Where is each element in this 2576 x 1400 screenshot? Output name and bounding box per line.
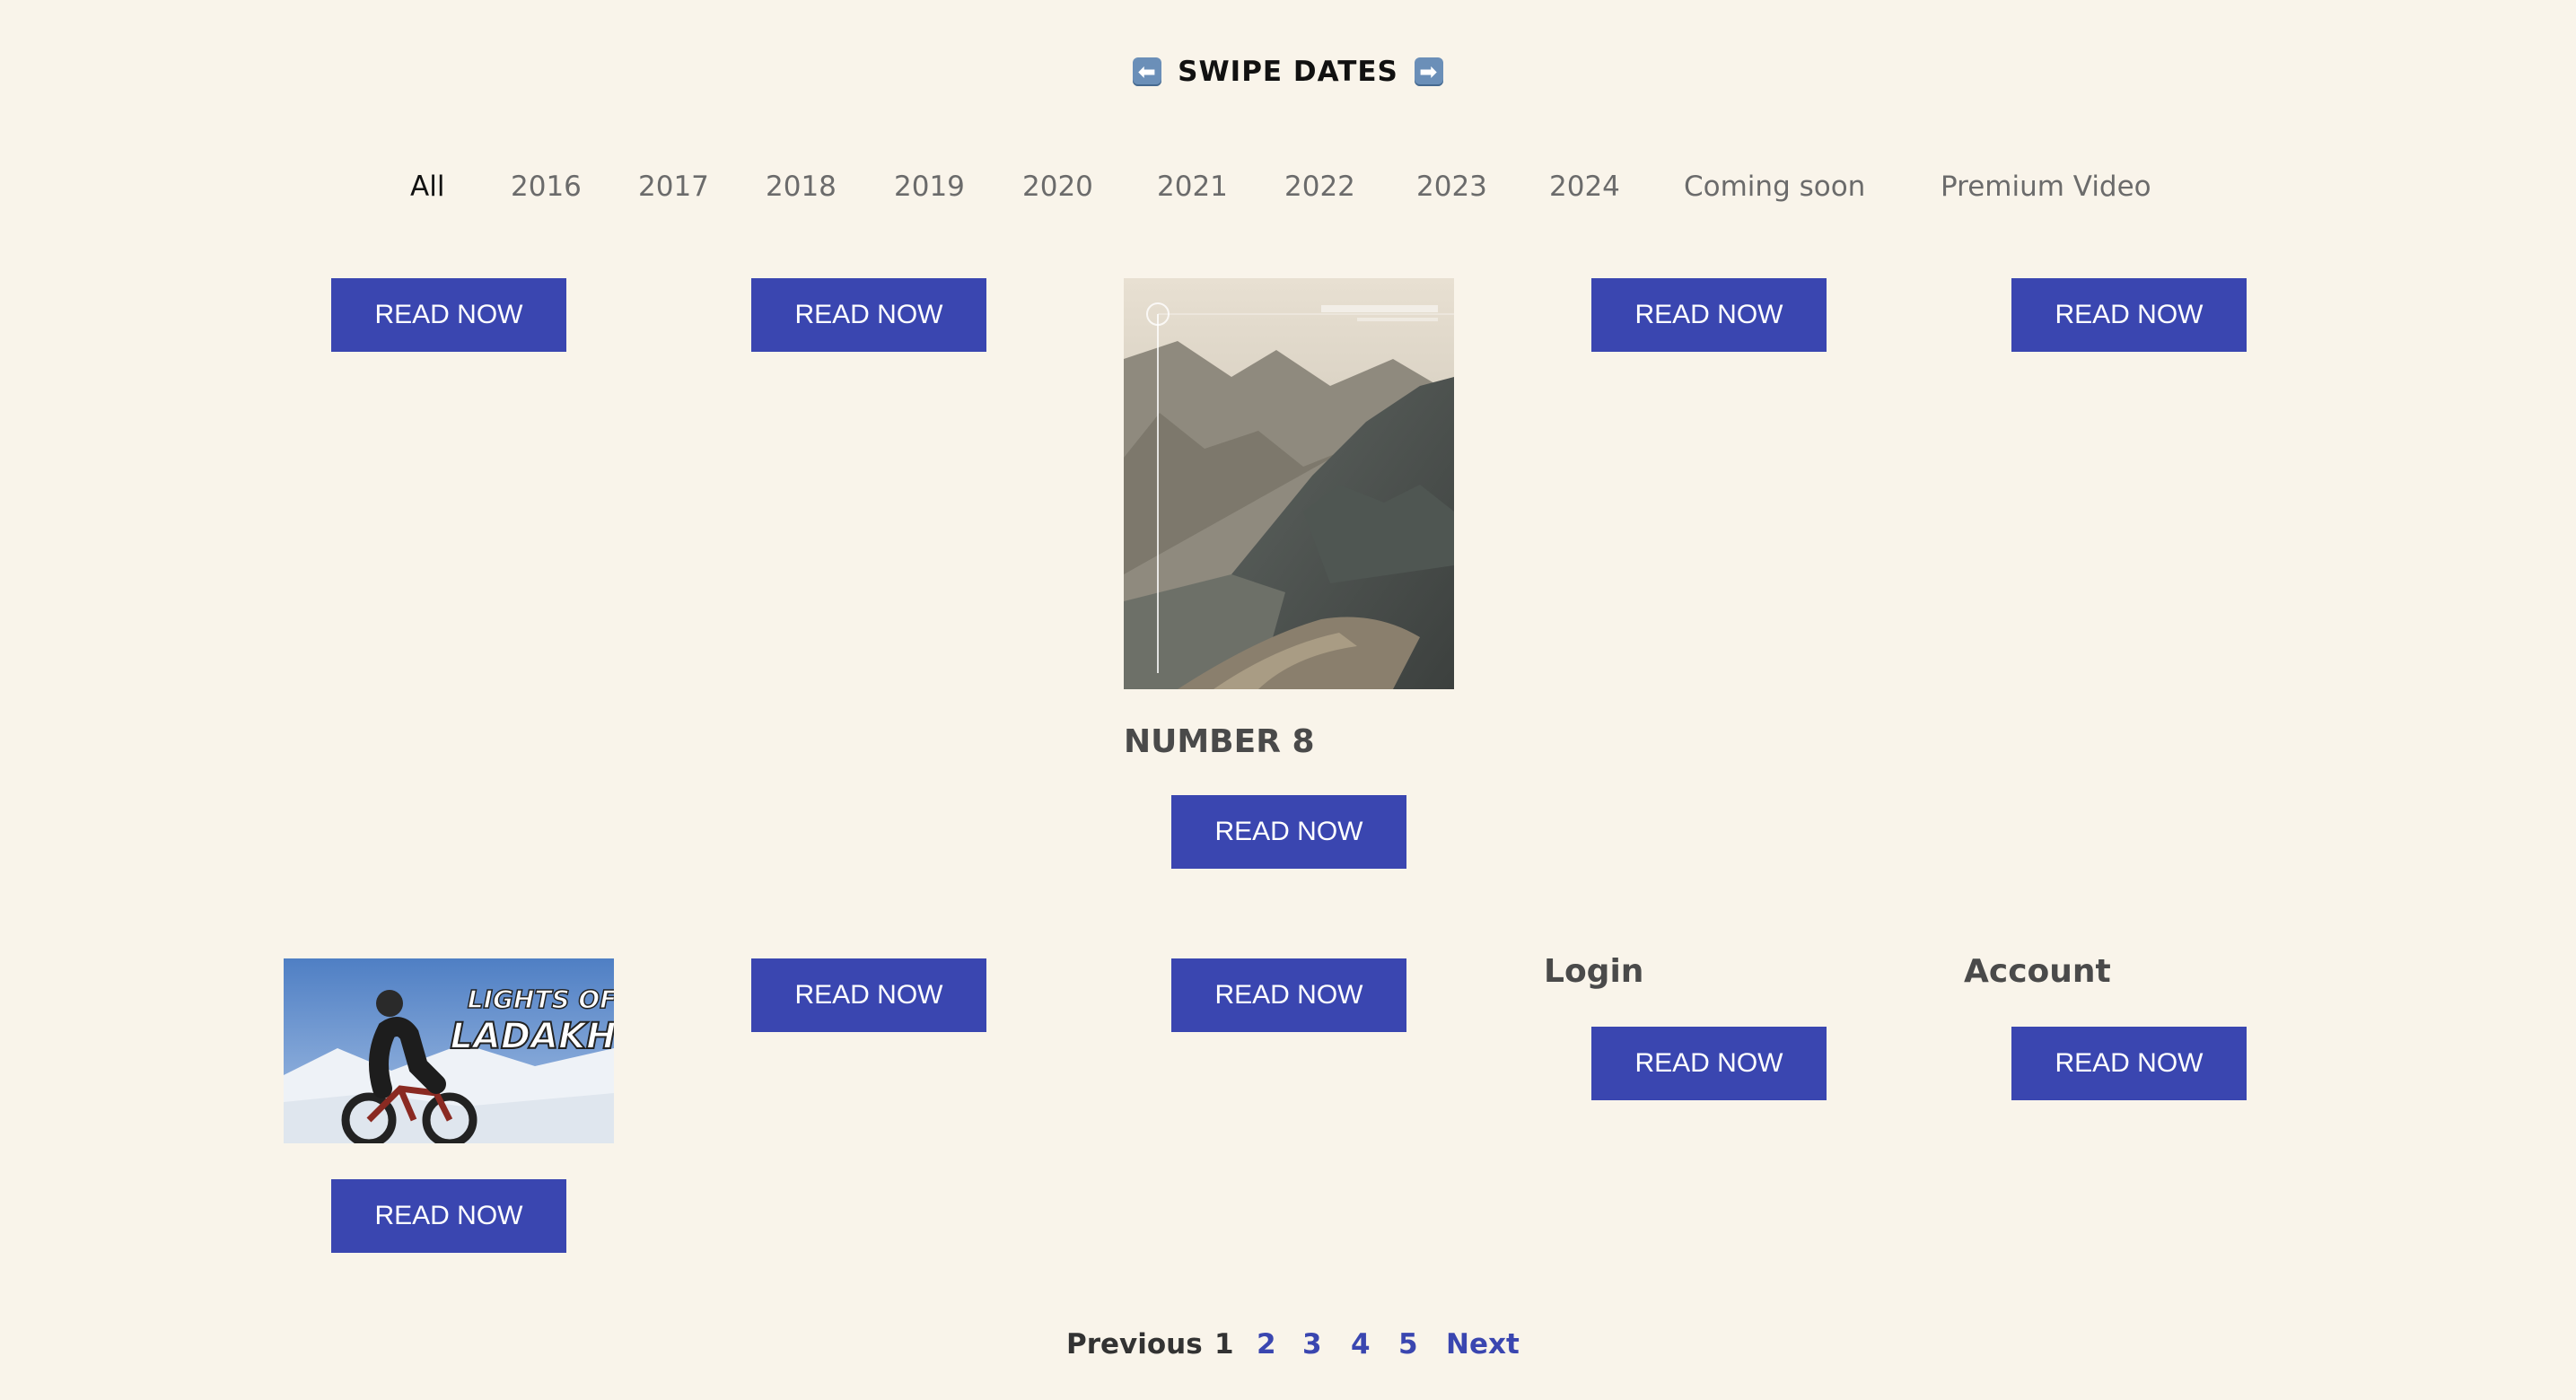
- pagination-page[interactable]: 4: [1351, 1328, 1371, 1361]
- pagination-page-current: 1: [1214, 1328, 1234, 1361]
- pagination: Previous 1 2 3 4 5 Next: [0, 1328, 2576, 1364]
- read-now-button[interactable]: READ NOW: [331, 278, 566, 352]
- swipe-dates-title: SWIPE DATES: [1178, 56, 1398, 88]
- filter-2019[interactable]: 2019: [894, 171, 965, 203]
- filter-all[interactable]: All: [410, 171, 444, 203]
- filter-2020[interactable]: 2020: [1022, 171, 1093, 203]
- pagination-page[interactable]: 5: [1398, 1328, 1418, 1361]
- read-now-button[interactable]: READ NOW: [1171, 958, 1406, 1032]
- number-8-thumbnail[interactable]: [1124, 278, 1454, 689]
- swipe-dates-header: ⬅ SWIPE DATES ➡: [0, 56, 2576, 88]
- read-now-button[interactable]: READ NOW: [2011, 278, 2247, 352]
- filter-2017[interactable]: 2017: [638, 171, 709, 203]
- read-now-button[interactable]: READ NOW: [751, 958, 986, 1032]
- lights-of-ladakh-thumbnail[interactable]: LIGHTS OF LADAKH: [284, 958, 614, 1143]
- filter-2016[interactable]: 2016: [511, 171, 582, 203]
- read-now-button[interactable]: READ NOW: [1171, 795, 1406, 869]
- filter-2018[interactable]: 2018: [766, 171, 837, 203]
- pagination-previous[interactable]: Previous: [1066, 1328, 1203, 1361]
- pagination-next[interactable]: Next: [1446, 1328, 1520, 1361]
- filter-2022[interactable]: 2022: [1284, 171, 1355, 203]
- filter-premium-video[interactable]: Premium Video: [1941, 171, 2151, 203]
- read-now-button[interactable]: READ NOW: [2011, 1027, 2247, 1100]
- ladakh-image-title: LIGHTS OF: [468, 984, 614, 1014]
- filter-2021[interactable]: 2021: [1157, 171, 1228, 203]
- pagination-page[interactable]: 2: [1257, 1328, 1276, 1361]
- read-now-button[interactable]: READ NOW: [1591, 278, 1827, 352]
- read-now-button[interactable]: READ NOW: [751, 278, 986, 352]
- card-title-account[interactable]: Account: [1964, 953, 2111, 990]
- pagination-page[interactable]: 3: [1302, 1328, 1322, 1361]
- read-now-button[interactable]: READ NOW: [1591, 1027, 1827, 1100]
- filter-2023[interactable]: 2023: [1416, 171, 1487, 203]
- right-arrow-icon[interactable]: ➡: [1414, 57, 1443, 86]
- date-filter-bar: All 2016 2017 2018 2019 2020 2021 2022 2…: [0, 171, 2576, 215]
- read-now-button[interactable]: READ NOW: [331, 1179, 566, 1253]
- mountain-road-image: [1124, 278, 1454, 689]
- card-title-number-8[interactable]: NUMBER 8: [1124, 723, 1315, 760]
- filter-coming-soon[interactable]: Coming soon: [1684, 171, 1865, 203]
- ladakh-image-title: LADAKH: [450, 1016, 614, 1057]
- ladakh-cyclist-image: LIGHTS OF LADAKH: [284, 958, 614, 1143]
- filter-2024[interactable]: 2024: [1549, 171, 1620, 203]
- card-title-login[interactable]: Login: [1544, 953, 1643, 990]
- left-arrow-icon[interactable]: ⬅: [1133, 57, 1162, 86]
